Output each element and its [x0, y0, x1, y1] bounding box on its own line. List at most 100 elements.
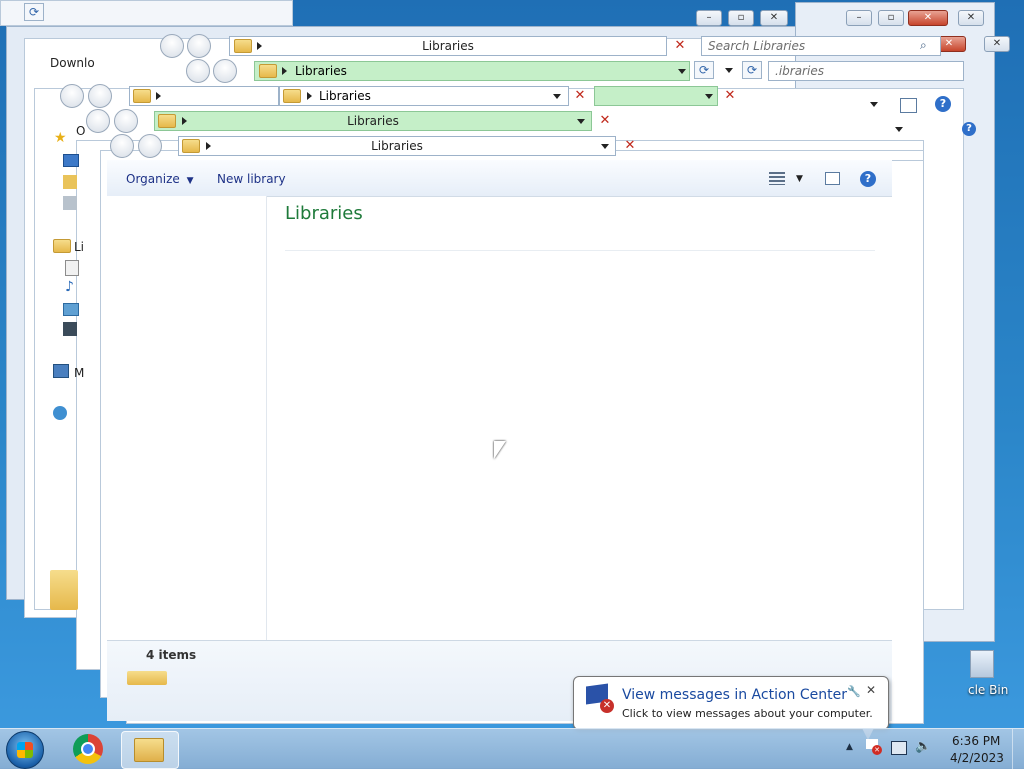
network-icon — [53, 406, 67, 420]
new-library-button[interactable]: New library — [217, 172, 286, 186]
stop-button[interactable]: ✕ — [595, 112, 615, 130]
address-bar-1[interactable]: Libraries — [229, 36, 667, 56]
documents-icon — [65, 260, 79, 276]
forward-button-3[interactable] — [88, 84, 112, 108]
refresh-icon[interactable]: ⟳ — [694, 61, 714, 79]
address-bar-3-left[interactable] — [129, 86, 279, 106]
help-icon[interactable]: ? — [860, 171, 876, 187]
preview-pane-icon[interactable] — [825, 172, 840, 185]
options-wrench-icon[interactable]: 🔧 — [847, 685, 861, 698]
search-icon[interactable]: ⌕ — [920, 38, 927, 53]
start-button[interactable] — [6, 731, 44, 769]
network-icon[interactable] — [891, 741, 907, 755]
windows-logo-icon — [17, 742, 33, 758]
recycle-bin-icon[interactable] — [970, 650, 994, 678]
folder-icon — [133, 89, 151, 103]
minimize-button-2[interactable]: – — [846, 10, 872, 26]
stop-button[interactable]: ✕ — [620, 137, 640, 155]
folder-icon — [283, 89, 301, 103]
address-text: Libraries — [295, 64, 347, 78]
help-icon[interactable]: ? — [935, 96, 951, 112]
explorer-icon — [134, 738, 164, 762]
search-input-short[interactable]: .ibraries — [768, 61, 964, 81]
stop-button[interactable]: ✕ — [570, 87, 590, 105]
ghost-label-organize: O — [76, 124, 86, 138]
forward-button-2[interactable] — [213, 59, 237, 83]
computer-icon — [53, 364, 69, 378]
address-text: Libraries — [347, 114, 399, 128]
explorer-taskbar-button[interactable] — [121, 731, 179, 769]
address-bar-2[interactable]: Libraries — [254, 61, 690, 81]
search-input[interactable]: Search Libraries — [701, 36, 941, 56]
close-button-2[interactable]: ✕ — [908, 10, 948, 26]
action-center-notification[interactable]: ✕ View messages in Action Center Click t… — [573, 676, 889, 730]
show-hidden-icons-arrow[interactable]: ▲ — [846, 742, 853, 752]
address-text: Libraries — [422, 39, 474, 53]
address-text: Libraries — [319, 89, 371, 103]
recycle-bin-label[interactable]: cle Bin — [968, 683, 1008, 697]
chrome-icon — [73, 734, 103, 764]
clock-time[interactable]: 6:36 PM — [952, 734, 1000, 748]
notification-title[interactable]: View messages in Action Center — [622, 687, 847, 703]
desktop-icon — [63, 154, 79, 167]
ghost-label-libraries-nav: Li — [74, 240, 85, 254]
back-button-5[interactable] — [110, 134, 134, 158]
volume-muted-icon[interactable]: 🔈 — [915, 739, 931, 754]
refresh-icon[interactable]: ⟳ — [24, 3, 44, 21]
refresh-icon[interactable]: ⟳ — [742, 61, 762, 79]
libraries-window: Organize ▼ New library ▼ ? Libraries — [107, 160, 892, 640]
ghost-label-downloads: Downlo — [50, 56, 95, 70]
view-options-icon[interactable] — [769, 172, 785, 185]
folder-icon — [259, 64, 277, 78]
address-bar-3[interactable]: Libraries — [279, 86, 569, 106]
chevron-down-icon: ▼ — [186, 176, 194, 186]
ghost-libraries-icon — [50, 570, 78, 610]
minimize-button[interactable]: – — [696, 10, 722, 26]
back-button-3[interactable] — [60, 84, 84, 108]
favorites-star-icon: ★ — [54, 130, 67, 146]
maximize-button-2[interactable]: ▫ — [878, 10, 904, 26]
help-icon[interactable]: ? — [962, 122, 976, 136]
close-icon[interactable]: ✕ — [866, 683, 876, 697]
pictures-icon — [63, 303, 79, 316]
show-desktop-button[interactable] — [1012, 729, 1024, 769]
downloads-icon — [63, 175, 77, 189]
forward-button-5[interactable] — [138, 134, 162, 158]
dropdown-icon[interactable] — [870, 102, 878, 107]
dropdown-icon[interactable] — [725, 68, 733, 73]
forward-button-4[interactable] — [114, 109, 138, 133]
forward-button[interactable] — [187, 34, 211, 58]
organize-menu[interactable]: Organize ▼ — [126, 172, 194, 186]
close-button-3[interactable]: ✕ — [958, 10, 984, 26]
organize-label: Organize — [126, 172, 180, 186]
error-badge-icon: ✕ — [600, 699, 614, 713]
libraries-icon — [127, 671, 167, 685]
back-button[interactable] — [160, 34, 184, 58]
close-button-4[interactable]: ✕ — [984, 36, 1010, 52]
command-bar: Organize ▼ New library ▼ ? — [107, 160, 892, 197]
clock-date[interactable]: 4/2/2023 — [950, 751, 1004, 765]
taskbar: ▲ ✕ 🔈 6:36 PM 4/2/2023 — [0, 728, 1024, 769]
address-bar-5[interactable]: Libraries — [178, 136, 616, 156]
preview-pane-icon[interactable] — [900, 98, 917, 113]
chrome-taskbar-button[interactable] — [62, 731, 118, 767]
close-button[interactable]: ✕ — [760, 10, 788, 26]
notification-body: Click to view messages about your comput… — [622, 707, 873, 720]
back-button-2[interactable] — [186, 59, 210, 83]
address-bar-4[interactable]: Libraries — [154, 111, 592, 131]
address-text: Libraries — [371, 139, 423, 153]
back-button-4[interactable] — [86, 109, 110, 133]
dropdown-icon[interactable] — [895, 127, 903, 132]
action-center-tray-icon[interactable]: ✕ — [866, 739, 882, 755]
page-title: Libraries — [285, 203, 363, 224]
libraries-folder-icon — [53, 239, 71, 253]
title-divider — [285, 250, 875, 251]
stop-button[interactable]: ✕ — [720, 87, 740, 105]
recent-places-icon — [63, 196, 77, 210]
view-options-dropdown[interactable]: ▼ — [796, 174, 803, 184]
mouse-cursor — [494, 441, 506, 459]
maximize-button[interactable]: ▫ — [728, 10, 754, 26]
stop-button[interactable]: ✕ — [670, 37, 690, 55]
address-dropdown-green[interactable] — [594, 86, 718, 106]
navigation-pane[interactable] — [107, 196, 267, 640]
